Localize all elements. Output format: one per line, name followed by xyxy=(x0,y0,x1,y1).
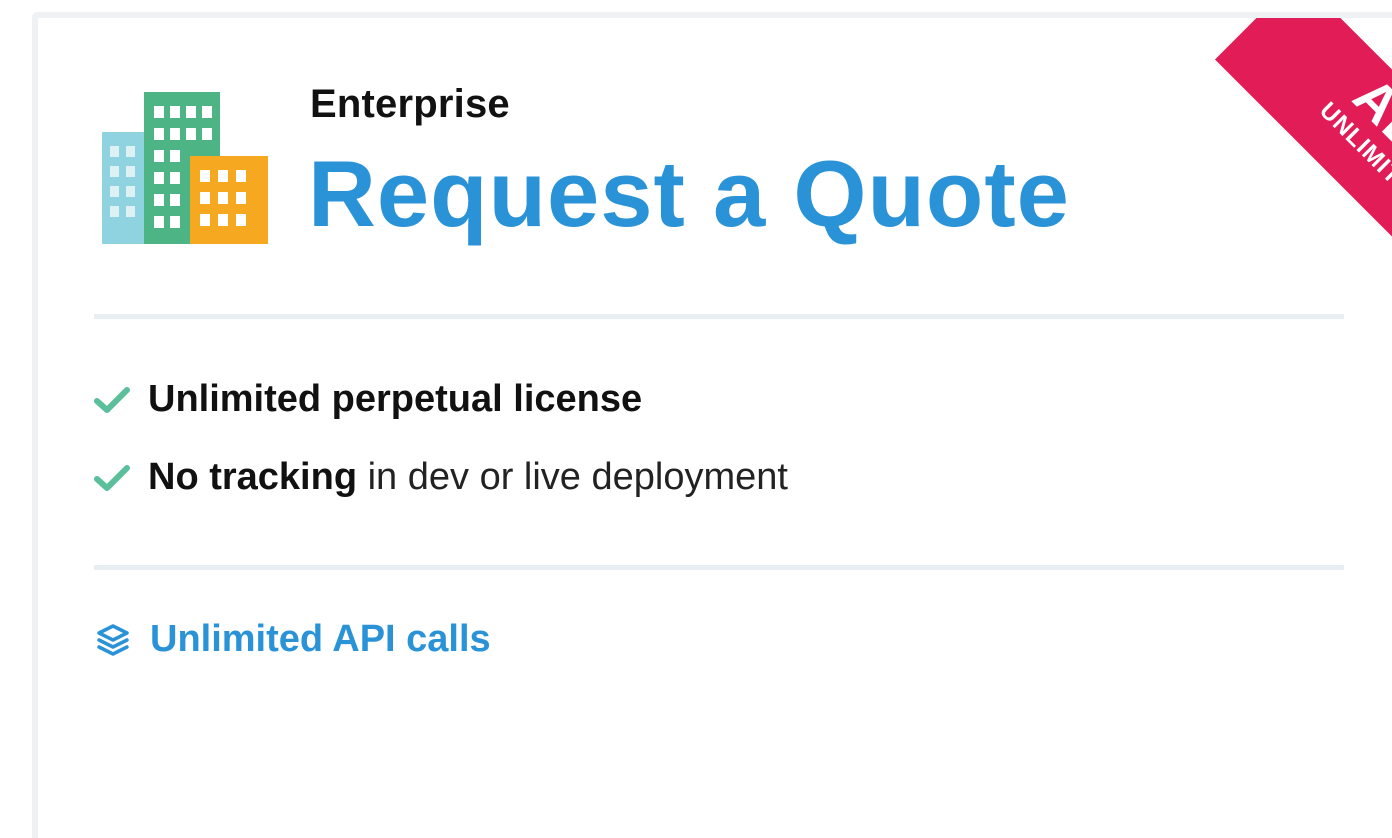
checkmark-icon xyxy=(94,386,130,413)
divider-top xyxy=(94,314,1344,319)
layers-icon xyxy=(97,623,129,656)
feature-item: No tracking in dev or live deployment xyxy=(94,456,788,499)
office-buildings-icon xyxy=(102,92,268,244)
request-quote-heading[interactable]: Request a Quote xyxy=(308,140,1070,248)
feature-rest-text: in dev or live deployment xyxy=(357,456,788,498)
divider-bottom xyxy=(94,565,1344,570)
pricing-card: Enterprise Request a Quote ALL UNLIMITED… xyxy=(32,12,1392,838)
checkmark-icon xyxy=(94,464,130,491)
ribbon-band: ALL UNLIMITED xyxy=(1215,18,1392,282)
feature-bold-text: No tracking xyxy=(148,456,358,498)
corner-ribbon: ALL UNLIMITED xyxy=(1166,18,1392,282)
api-calls-item: Unlimited API calls xyxy=(96,618,491,661)
feature-item: Unlimited perpetual license xyxy=(94,378,642,421)
feature-bold-text: Unlimited perpetual license xyxy=(148,378,643,420)
plan-tier-label: Enterprise xyxy=(310,82,510,126)
api-calls-label: Unlimited API calls xyxy=(150,618,491,660)
